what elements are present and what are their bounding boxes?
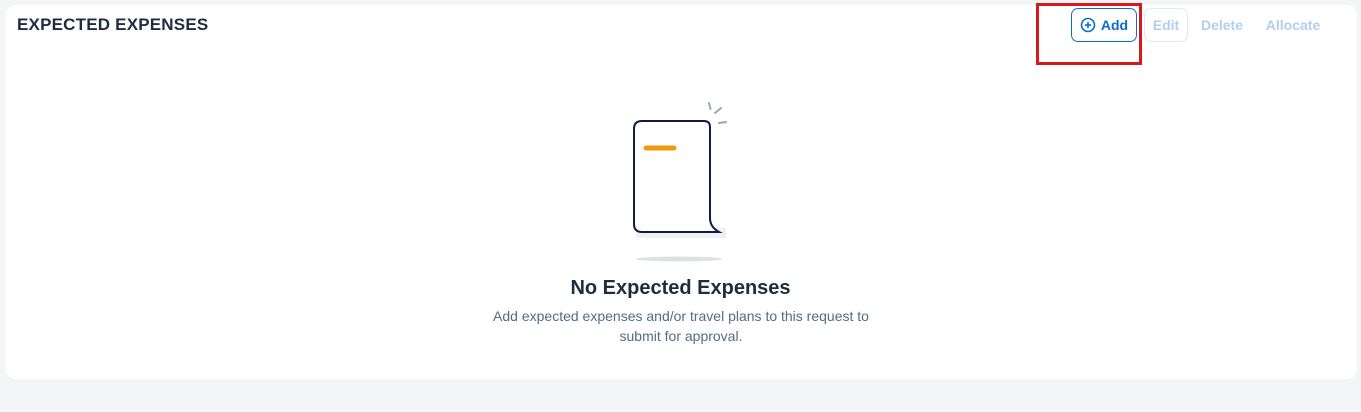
plus-circle-icon (1080, 17, 1096, 33)
section-title: EXPECTED EXPENSES (17, 15, 209, 34)
edit-button-label: Edit (1152, 17, 1180, 33)
toolbar: Add Edit Delete Allocate (1036, 3, 1328, 65)
add-button[interactable]: Add (1071, 8, 1137, 42)
delete-button[interactable]: Delete (1192, 8, 1252, 42)
delete-button-label: Delete (1200, 17, 1244, 33)
allocate-button-label: Allocate (1265, 17, 1321, 33)
edit-button[interactable]: Edit (1144, 8, 1188, 42)
empty-state-description: Add expected expenses and/or travel plan… (493, 308, 869, 344)
add-button-label: Add (1100, 17, 1129, 33)
empty-state-title: No Expected Expenses (570, 277, 791, 299)
empty-document-icon (633, 102, 727, 262)
allocate-button[interactable]: Allocate (1258, 8, 1328, 42)
